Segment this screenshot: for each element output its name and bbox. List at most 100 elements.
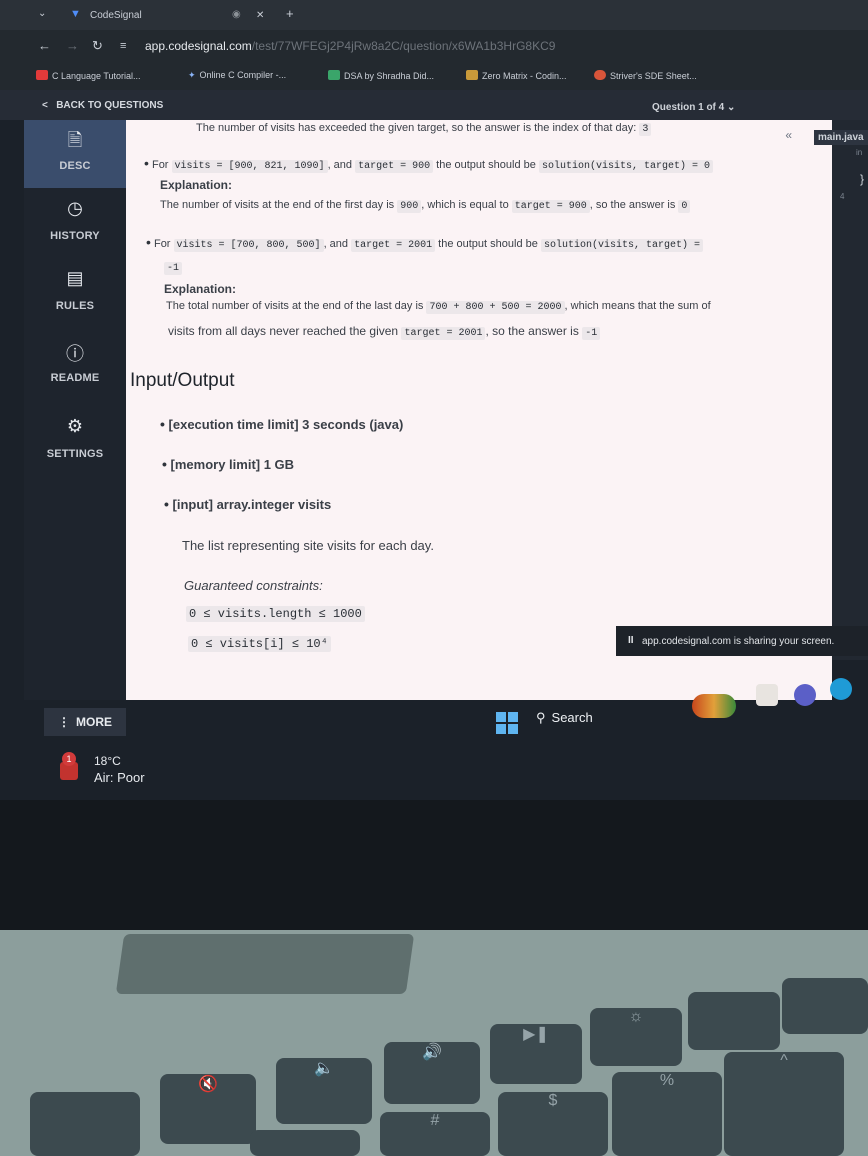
text: For (153, 238, 171, 250)
bookmark-striver[interactable]: Striver's SDE Sheet... (594, 70, 697, 81)
example-1-statement: • For visits = [900, 821, 1090], and tar… (144, 155, 713, 173)
bullet: • (164, 496, 169, 512)
volume-down-key-icon: 🔈 (276, 1058, 372, 1124)
tab-close-icon[interactable]: ✕ (256, 10, 264, 21)
bookmark-online-compiler[interactable]: ✦ Online C Compiler -... (188, 70, 286, 81)
pepper-widget-icon[interactable] (692, 694, 736, 718)
media-key-icon: ▶❚ (490, 1024, 582, 1084)
sidebar-item-readme[interactable]: ⓘ README (24, 332, 126, 400)
mute-key-icon: 🔇 (160, 1074, 256, 1144)
code-value: 3 (639, 123, 652, 136)
back-arrow-icon[interactable]: ← (38, 38, 51, 53)
code-value: 900 (397, 200, 422, 213)
list-icon: ▤ (66, 268, 84, 288)
editor-file-tab[interactable]: main.java (814, 130, 868, 145)
bookmark-c-language[interactable]: C Language Tutorial... (36, 70, 141, 81)
number-key-icon: $ (498, 1092, 608, 1156)
sidebar-item-rules[interactable]: ▤ RULES (24, 260, 126, 328)
site-settings-icon[interactable]: ≡ (120, 40, 126, 52)
bullet: • (162, 456, 167, 472)
bookmark-zero-matrix[interactable]: Zero Matrix - Codin... (466, 70, 567, 81)
chevron-left-icon: < (42, 100, 57, 111)
url-path: /test/77WFEGj2P4jRw8a2C/question/x6WA1b3… (251, 39, 556, 53)
new-tab-icon[interactable]: + (286, 6, 294, 21)
code-value: target = 2001 (401, 327, 486, 340)
code-value: -1 (582, 327, 601, 340)
more-button[interactable]: ⋮ MORE (44, 708, 126, 736)
code-value: target = 900 (355, 160, 434, 173)
text: , so the answer is (589, 199, 676, 211)
text: , which means that the sum of (564, 300, 711, 312)
app-top-bar: < BACK TO QUESTIONS Question 1 of 4 ⌄ (0, 90, 868, 120)
taskbar-search[interactable]: ⚲ Search (536, 704, 666, 732)
number-key-icon (250, 1130, 360, 1156)
bookmark-label: C Language Tutorial... (52, 71, 141, 81)
number-key-icon: ^ (724, 1052, 844, 1156)
code-value: target = 2001 (351, 239, 436, 252)
constraint-1: 0 ≤ visits.length ≤ 1000 (186, 606, 365, 622)
function-key-icon (782, 978, 868, 1034)
text: [input] array.integer visits (172, 497, 332, 512)
screen-share-banner: II app.codesignal.com is sharing your sc… (616, 626, 868, 656)
code-value: 0 ≤ visits[i] ≤ 10⁴ (188, 636, 331, 652)
input-description: The list representing site visits for ea… (182, 538, 434, 553)
question-selector[interactable]: Question 1 of 4 ⌄ (652, 102, 735, 113)
teams-icon[interactable] (794, 684, 816, 706)
back-to-questions-button[interactable]: < BACK TO QUESTIONS (42, 100, 163, 111)
reload-icon[interactable]: ↻ (92, 38, 103, 54)
function-key-icon (688, 992, 780, 1050)
pause-icon[interactable]: II (628, 635, 634, 646)
bullet: • (146, 234, 151, 250)
striver-icon (594, 70, 606, 80)
sidebar-item-label: DESC (59, 160, 91, 172)
code-value: 700 + 800 + 500 = 2000 (426, 301, 565, 314)
sidebar-item-settings[interactable]: ⚙ SETTINGS (24, 408, 126, 476)
url-field[interactable]: app.codesignal.com/test/77WFEGj2P4jRw8a2… (145, 39, 555, 53)
code-value: target = 900 (511, 200, 590, 213)
text: The number of visits has exceeded the gi… (196, 122, 637, 134)
code-value: visits = [900, 821, 1090] (171, 160, 328, 173)
explanation-2-line-1: The total number of visits at the end of… (166, 300, 711, 314)
bookmark-dsa[interactable]: DSA by Shradha Did... (328, 70, 434, 81)
laptop-hinge (115, 934, 415, 994)
clock-icon: ◷ (67, 198, 83, 218)
windows-start-icon[interactable] (496, 712, 518, 734)
notification-badge: 1 (62, 752, 76, 766)
address-bar: ← → ↻ ≡ app.codesignal.com/test/77WFEGj2… (0, 30, 868, 62)
forward-arrow-icon[interactable]: → (66, 38, 79, 53)
bullet: • (144, 155, 149, 171)
bookmark-label: Online C Compiler -... (199, 70, 287, 80)
memory-limit: • [memory limit] 1 GB (162, 456, 294, 472)
lightning-icon: ✦ (188, 70, 196, 80)
explanation-2-line-2: visits from all days never reached the g… (168, 324, 601, 340)
laptop-bezel (0, 800, 868, 930)
code-value: 0 ≤ visits.length ≤ 1000 (186, 606, 365, 622)
constraint-2: 0 ≤ visits[i] ≤ 10⁴ (188, 636, 331, 652)
chevron-down-icon: ⌄ (727, 102, 736, 113)
weather-air-quality: Air: Poor (94, 770, 145, 785)
edge-icon[interactable] (830, 678, 852, 700)
volume-up-key-icon: 🔊 (384, 1042, 480, 1104)
code-value: solution(visits, target) = 0 (538, 160, 713, 173)
search-label: Search (551, 710, 593, 725)
previous-explanation-line: The number of visits has exceeded the gi… (196, 122, 652, 136)
app-icon[interactable] (756, 684, 778, 706)
tab-title: CodeSignal (90, 10, 142, 21)
url-host: app.codesignal.com (145, 39, 252, 53)
code-value: solution(visits, target) = (540, 239, 703, 252)
example-2-statement: • For visits = [700, 800, 500], and targ… (146, 234, 703, 252)
codesignal-favicon-icon: ▼ (70, 8, 81, 20)
sidebar-item-desc[interactable]: 🗎 DESC (24, 120, 126, 188)
sidebar-item-history[interactable]: ◷ HISTORY (24, 190, 126, 258)
sidebar-item-label: SETTINGS (46, 448, 104, 460)
collapse-panel-icon[interactable]: « (785, 128, 792, 142)
text: The number of visits at the end of the f… (160, 199, 395, 211)
leetcode-icon (466, 70, 478, 80)
question-selector-label: Question 1 of 4 (652, 102, 725, 113)
input-visits: • [input] array.integer visits (164, 496, 331, 512)
tab-list-chevron-icon[interactable]: ⌄ (38, 8, 46, 19)
browser-tab-codesignal[interactable]: ▼ CodeSignal ◉ ✕ (60, 4, 310, 30)
number-key-icon: # (380, 1112, 490, 1156)
sidebar-item-label: HISTORY (50, 230, 100, 242)
text: [execution time limit] 3 seconds (java) (168, 417, 404, 432)
